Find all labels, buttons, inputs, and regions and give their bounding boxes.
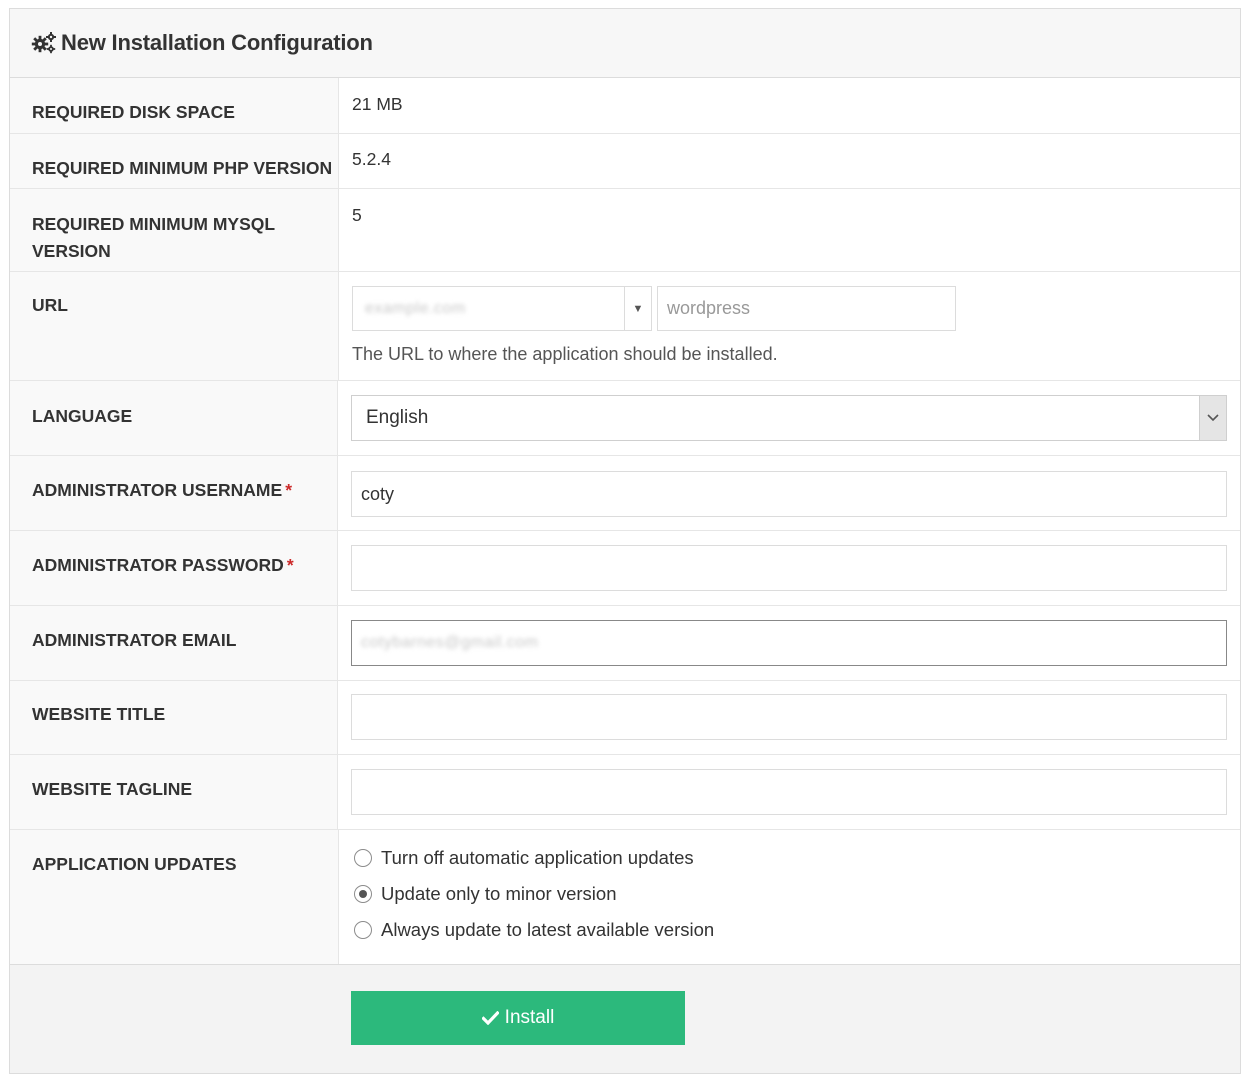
- url-help-text: The URL to where the application should …: [352, 344, 778, 364]
- radio-button[interactable]: [354, 849, 372, 867]
- website-title-input[interactable]: [351, 694, 1227, 740]
- radio-option-latest[interactable]: Always update to latest available versio…: [352, 912, 1227, 948]
- admin-password-label: Administrator Password *: [10, 531, 338, 605]
- gears-icon: [31, 31, 57, 55]
- admin-email-value: cotybarnes@gmail.com: [361, 634, 539, 651]
- app-updates-label: Application Updates: [10, 830, 339, 966]
- radio-button-selected[interactable]: [354, 885, 372, 903]
- row-website-tagline: Website Tagline: [10, 755, 1240, 830]
- check-icon: [481, 1011, 499, 1025]
- panel-header: New Installation Configuration: [10, 9, 1240, 78]
- row-language: Language English: [10, 381, 1240, 456]
- admin-username-input[interactable]: coty: [351, 471, 1227, 517]
- required-marker: *: [285, 480, 292, 500]
- admin-email-label: Administrator Email: [10, 606, 338, 680]
- mysql-version-value: 5: [352, 205, 362, 225]
- domain-select[interactable]: example.com ▼: [352, 286, 652, 331]
- domain-value: example.com: [365, 299, 466, 317]
- row-admin-email: Administrator Email cotybarnes@gmail.com: [10, 606, 1240, 681]
- php-version-value: 5.2.4: [352, 149, 391, 169]
- domain-dropdown-arrow-icon[interactable]: ▼: [624, 287, 651, 330]
- admin-email-input[interactable]: cotybarnes@gmail.com: [351, 620, 1227, 666]
- language-select[interactable]: English: [351, 395, 1227, 441]
- website-tagline-label: Website Tagline: [10, 755, 338, 829]
- admin-password-input[interactable]: [351, 545, 1227, 591]
- panel-title: New Installation Configuration: [61, 30, 373, 55]
- website-title-label: Website Title: [10, 681, 338, 754]
- installation-panel: New Installation Configuration Required …: [9, 8, 1241, 1074]
- row-php-version: Required Minimum PHP Version 5.2.4: [10, 134, 1240, 189]
- mysql-version-label: Required Minimum MySQL Version: [10, 189, 339, 271]
- panel-footer: Install: [10, 964, 1240, 1073]
- required-marker: *: [286, 555, 294, 575]
- language-selected-value: English: [366, 407, 429, 428]
- install-label: Install: [504, 1007, 555, 1028]
- language-label: Language: [10, 381, 338, 455]
- row-mysql-version: Required Minimum MySQL Version 5: [10, 189, 1240, 272]
- row-admin-password: Administrator Password *: [10, 531, 1240, 606]
- disk-space-value: 21 MB: [352, 94, 403, 114]
- chevron-down-icon[interactable]: [1199, 396, 1226, 440]
- url-label: URL: [10, 272, 339, 380]
- admin-username-label: Administrator Username *: [10, 456, 338, 530]
- row-application-updates: Application Updates Turn off automatic a…: [10, 830, 1240, 966]
- row-website-title: Website Title: [10, 681, 1240, 755]
- directory-input[interactable]: wordpress: [657, 286, 956, 331]
- row-disk-space: Required Disk Space 21 MB: [10, 78, 1240, 134]
- radio-button[interactable]: [354, 921, 372, 939]
- row-url: URL example.com ▼ wordpress The URL to w…: [10, 272, 1240, 381]
- radio-option-minor[interactable]: Update only to minor version: [352, 876, 1227, 912]
- install-button[interactable]: Install: [351, 991, 685, 1045]
- row-admin-username: Administrator Username * coty: [10, 456, 1240, 531]
- php-version-label: Required Minimum PHP Version: [10, 134, 339, 188]
- disk-space-label: Required Disk Space: [10, 78, 339, 133]
- radio-option-turn-off[interactable]: Turn off automatic application updates: [352, 840, 1227, 876]
- website-tagline-input[interactable]: [351, 769, 1227, 815]
